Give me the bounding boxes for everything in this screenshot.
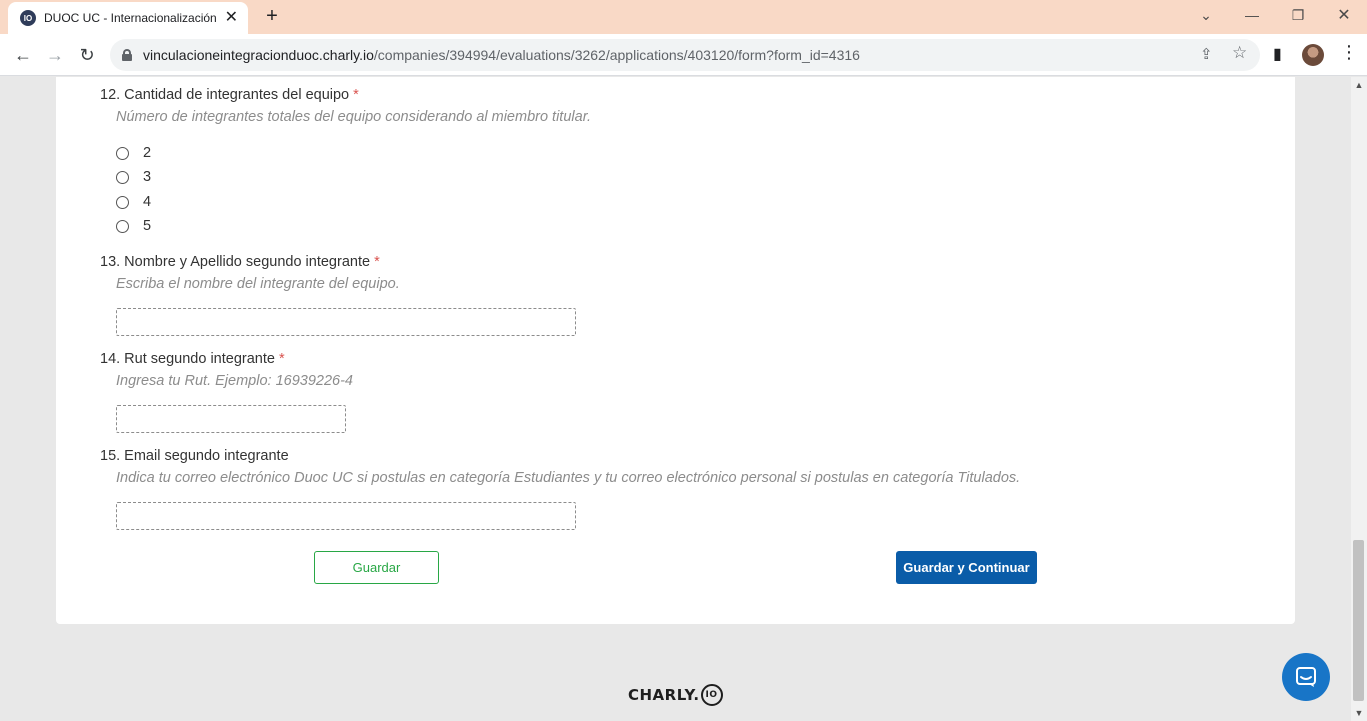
close-tab-icon[interactable]: ✕ xyxy=(225,10,238,26)
tab-search-icon[interactable]: ⌄ xyxy=(1183,0,1229,30)
back-icon[interactable]: ← xyxy=(10,42,36,68)
scrollbar-thumb[interactable] xyxy=(1353,540,1364,701)
logo-text: CHARLY. xyxy=(628,686,700,704)
question-14-label: 14. Rut segundo integrante xyxy=(100,351,275,367)
save-button[interactable]: Guardar xyxy=(314,551,439,584)
question-13-label: 13. Nombre y Apellido segundo integrante xyxy=(100,254,371,270)
question-12-label: 12. Cantidad de integrantes del equipo xyxy=(100,87,350,103)
chat-launcher-button[interactable] xyxy=(1282,653,1330,701)
radio-option-3[interactable]: 3 xyxy=(116,169,151,185)
second-member-email-input[interactable] xyxy=(116,502,576,530)
question-15-title: 15. Email segundo integrante xyxy=(100,448,289,464)
tab-strip: IO DUOC UC - Internacionalización ✕ + ⌄ … xyxy=(0,0,1367,34)
question-12-title: 12. Cantidad de integrantes del equipo * xyxy=(100,87,359,103)
radio-option-5[interactable]: 5 xyxy=(116,218,151,234)
required-mark: * xyxy=(278,351,285,367)
side-panel-icon[interactable]: ▮ xyxy=(1273,44,1282,64)
new-tab-icon[interactable]: + xyxy=(260,4,284,28)
logo-badge-icon: IO xyxy=(700,684,723,706)
scroll-down-arrow-icon[interactable]: ▼ xyxy=(1351,705,1367,721)
url-text[interactable]: vinculacioneintegracionduoc.charly.io/co… xyxy=(143,47,860,63)
charly-favicon-icon: IO xyxy=(20,10,36,26)
address-bar[interactable]: vinculacioneintegracionduoc.charly.io/co… xyxy=(110,39,1260,71)
close-window-icon[interactable]: ✕ xyxy=(1321,0,1367,30)
tab-title: DUOC UC - Internacionalización xyxy=(44,11,217,25)
radio-label: 2 xyxy=(143,145,152,161)
required-mark: * xyxy=(374,254,380,270)
lock-icon[interactable] xyxy=(122,49,132,61)
page-viewport: 12. Cantidad de integrantes del equipo *… xyxy=(0,77,1351,721)
profile-avatar[interactable] xyxy=(1302,44,1324,66)
form-card: 12. Cantidad de integrantes del equipo *… xyxy=(56,77,1295,624)
radio-label: 3 xyxy=(143,169,152,185)
share-icon[interactable]: ⇪ xyxy=(1200,45,1213,63)
radio-label: 5 xyxy=(143,218,152,234)
url-path: /companies/394994/evaluations/3262/appli… xyxy=(373,47,860,63)
question-14-help: Ingresa tu Rut. Ejemplo: 16939226-4 xyxy=(116,373,353,389)
save-and-continue-button[interactable]: Guardar y Continuar xyxy=(896,551,1037,584)
question-13-title: 13. Nombre y Apellido segundo integrante… xyxy=(100,254,380,270)
question-15-label: 15. Email segundo integrante xyxy=(100,448,289,464)
forward-icon[interactable]: → xyxy=(42,42,68,68)
reload-icon[interactable]: ↻ xyxy=(74,42,100,68)
chat-icon xyxy=(1296,667,1316,687)
radio-button[interactable] xyxy=(116,219,129,233)
restore-icon[interactable]: ❐ xyxy=(1275,0,1321,30)
radio-button[interactable] xyxy=(116,146,129,160)
radio-button[interactable] xyxy=(116,195,129,209)
charly-logo: CHARLY. IO xyxy=(628,684,723,706)
question-15-help: Indica tu correo electrónico Duoc UC si … xyxy=(116,470,1021,486)
radio-option-4[interactable]: 4 xyxy=(116,194,151,210)
page-scrollbar[interactable]: ▲ ▼ xyxy=(1351,77,1367,721)
scroll-up-arrow-icon[interactable]: ▲ xyxy=(1351,77,1367,93)
bookmark-star-icon[interactable]: ☆ xyxy=(1232,43,1247,63)
question-13-help: Escriba el nombre del integrante del equ… xyxy=(116,276,400,292)
radio-label: 4 xyxy=(143,194,152,210)
radio-button[interactable] xyxy=(116,170,129,184)
second-member-rut-input[interactable] xyxy=(116,405,346,433)
question-14-title: 14. Rut segundo integrante * xyxy=(100,351,285,367)
required-mark: * xyxy=(353,87,359,103)
question-12-help: Número de integrantes totales del equipo… xyxy=(116,109,592,125)
browser-toolbar: ← → ↻ vinculacioneintegracionduoc.charly… xyxy=(0,34,1367,76)
browser-menu-icon[interactable]: ⋮ xyxy=(1340,42,1358,63)
radio-option-2[interactable]: 2 xyxy=(116,145,151,161)
browser-tab[interactable]: IO DUOC UC - Internacionalización ✕ xyxy=(8,2,248,34)
minimize-icon[interactable]: — xyxy=(1229,0,1275,30)
url-host: vinculacioneintegracionduoc.charly.io xyxy=(143,47,374,63)
second-member-name-input[interactable] xyxy=(116,308,576,336)
